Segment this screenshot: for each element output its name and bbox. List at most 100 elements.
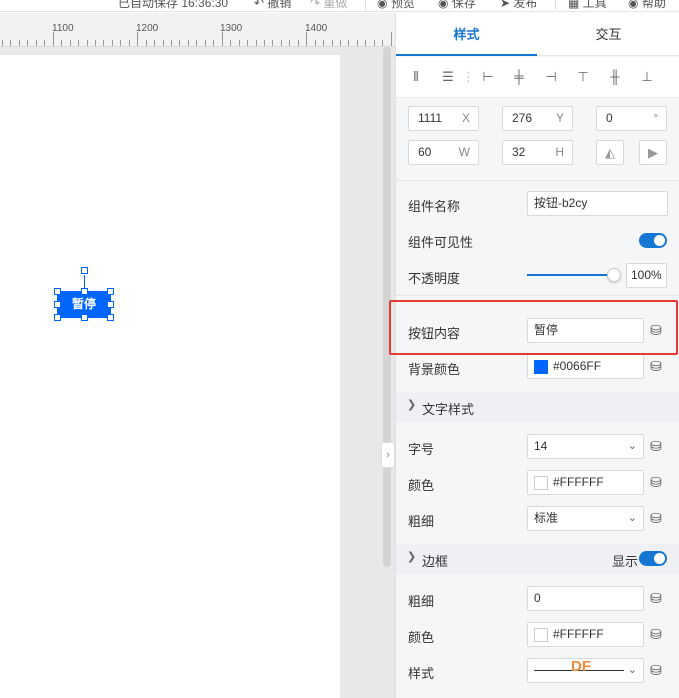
font-size-select[interactable]: 14 ⌄ [527,434,644,459]
text-style-group-header[interactable]: ❯ 文字样式 [396,392,679,422]
distribute-vertical-icon[interactable]: ☰ [440,69,456,85]
ruler-tick [128,40,130,46]
width-input[interactable]: 60 W [408,140,479,165]
tool-button[interactable]: ▦ 工具 [568,0,607,11]
ruler-tick [365,40,367,46]
ruler-tick [272,40,274,46]
undo-button[interactable]: ↶ 撤销 [254,0,291,11]
ruler-tick [145,40,147,46]
flip-horizontal-icon[interactable]: ◭ [596,140,624,165]
tab-style[interactable]: 样式 [396,13,537,56]
ruler-tick [94,40,96,46]
ruler-tick [356,40,358,46]
ruler-tick [382,40,384,46]
height-input[interactable]: 32 H [502,140,573,165]
ruler-tick [196,40,198,46]
ruler-label: 1200 [136,23,159,34]
chevron-down-icon: ⌄ [627,664,637,676]
distribute-horizontal-icon[interactable]: ⫴ [408,69,424,85]
component-name-input[interactable]: 按钮-b2cy [527,191,668,216]
ruler-tick [340,40,341,46]
ruler-tick [390,32,392,46]
collapse-panel-button[interactable]: › [381,442,395,468]
text-color-swatch [534,475,548,490]
y-input[interactable]: 276 Y [502,106,573,131]
save-button[interactable]: ◉ 保存 [438,0,476,11]
opacity-slider-track [527,274,613,276]
bg-color-input[interactable]: #0066FF [527,354,644,379]
ruler-tick [61,40,63,46]
canvas-workspace[interactable]: › 暂停 [0,47,395,698]
help-button[interactable]: ◉ 帮助 [628,0,666,11]
border-show-label: 显示 [612,554,639,569]
ruler-tick [35,40,37,46]
border-group-header[interactable]: ❯ 边框 显示 [396,544,679,574]
border-color-label: 颜色 [408,630,435,645]
chevron-down-icon: ❯ [407,551,417,563]
align-bottom-icon[interactable]: ⊥ [639,69,655,85]
resize-handle-mr[interactable] [107,301,114,308]
ruler-tick [2,40,3,46]
tab-interaction[interactable]: 交互 [538,13,679,56]
border-color-swatch [534,627,548,642]
divider [396,180,679,181]
opacity-input[interactable]: 100% [626,263,667,288]
resize-handle-ml[interactable] [54,301,61,308]
chevron-down-icon: ⌄ [627,512,637,524]
resize-handle-tl[interactable] [54,288,61,295]
font-weight-select[interactable]: 标准 ⌄ [527,506,644,531]
ruler-tick [297,40,299,46]
data-binding-icon[interactable]: ⛁ [648,358,664,374]
rotate-handle[interactable] [81,267,88,274]
data-binding-icon[interactable]: ⛁ [648,438,664,454]
align-center-h-icon[interactable]: ╪ [511,69,527,85]
border-weight-label: 粗细 [408,594,435,609]
resize-handle-bl[interactable] [54,314,61,321]
top-toolbar: 已自动保存 16:36:30 ↶ 撤销 ↷ 重做 ◉ 预览 ◉ 保存 ➤ 发布 … [0,0,679,12]
data-binding-icon[interactable]: ⛁ [648,626,664,642]
ruler-tick [230,40,232,46]
x-input[interactable]: 1111 X [408,106,479,131]
ruler-label: 1100 [52,23,74,34]
artboard[interactable] [0,55,340,698]
ruler-tick [323,40,325,46]
resize-handle-tr[interactable] [107,288,114,295]
align-left-icon[interactable]: ⊢ [480,69,496,85]
font-weight-label: 粗细 [408,514,435,529]
data-binding-icon[interactable]: ⛁ [648,510,664,526]
ruler-tick [263,40,265,46]
publish-button[interactable]: ➤ 发布 [500,0,537,11]
text-color-input[interactable]: #FFFFFF [527,470,644,495]
resize-handle-br[interactable] [107,314,114,321]
divider-icon: ⋮ [462,69,475,84]
flip-vertical-icon[interactable]: ▶ [639,140,667,165]
align-top-icon[interactable]: ⊤ [575,69,591,85]
font-size-label: 字号 [408,442,435,457]
ruler-tick [44,40,46,46]
chevron-down-icon: ⌄ [627,440,637,452]
watermark: DF [571,658,591,675]
opacity-slider-knob[interactable] [607,268,621,282]
redo-button[interactable]: ↷ 重做 [310,0,347,11]
resize-handle-tc[interactable] [81,288,88,295]
data-binding-icon[interactable]: ⛁ [648,590,664,606]
ruler-tick [221,32,223,46]
preview-button[interactable]: ◉ 预览 [377,0,415,11]
ruler-tick [103,40,105,46]
ruler-tick [306,32,308,46]
ruler-tick [78,40,79,46]
rotation-input[interactable]: 0 ° [596,106,667,131]
align-middle-v-icon[interactable]: ╫ [607,69,623,85]
ruler-tick [162,40,164,46]
data-binding-icon[interactable]: ⛁ [648,474,664,490]
data-binding-icon[interactable]: ⛁ [648,662,664,678]
visibility-toggle[interactable] [639,233,667,248]
border-color-input[interactable]: #FFFFFF [527,622,644,647]
border-weight-input[interactable]: 0 [527,586,644,611]
align-toolbar: ⫴ ☰ ⋮ ⊢ ╪ ⊣ ⊤ ╫ ⊥ [396,57,679,98]
ruler-label: 1300 [220,23,243,34]
border-show-toggle[interactable] [639,551,667,566]
bg-color-label: 背景颜色 [408,362,461,377]
resize-handle-bc[interactable] [81,314,88,321]
align-right-icon[interactable]: ⊣ [543,69,559,85]
